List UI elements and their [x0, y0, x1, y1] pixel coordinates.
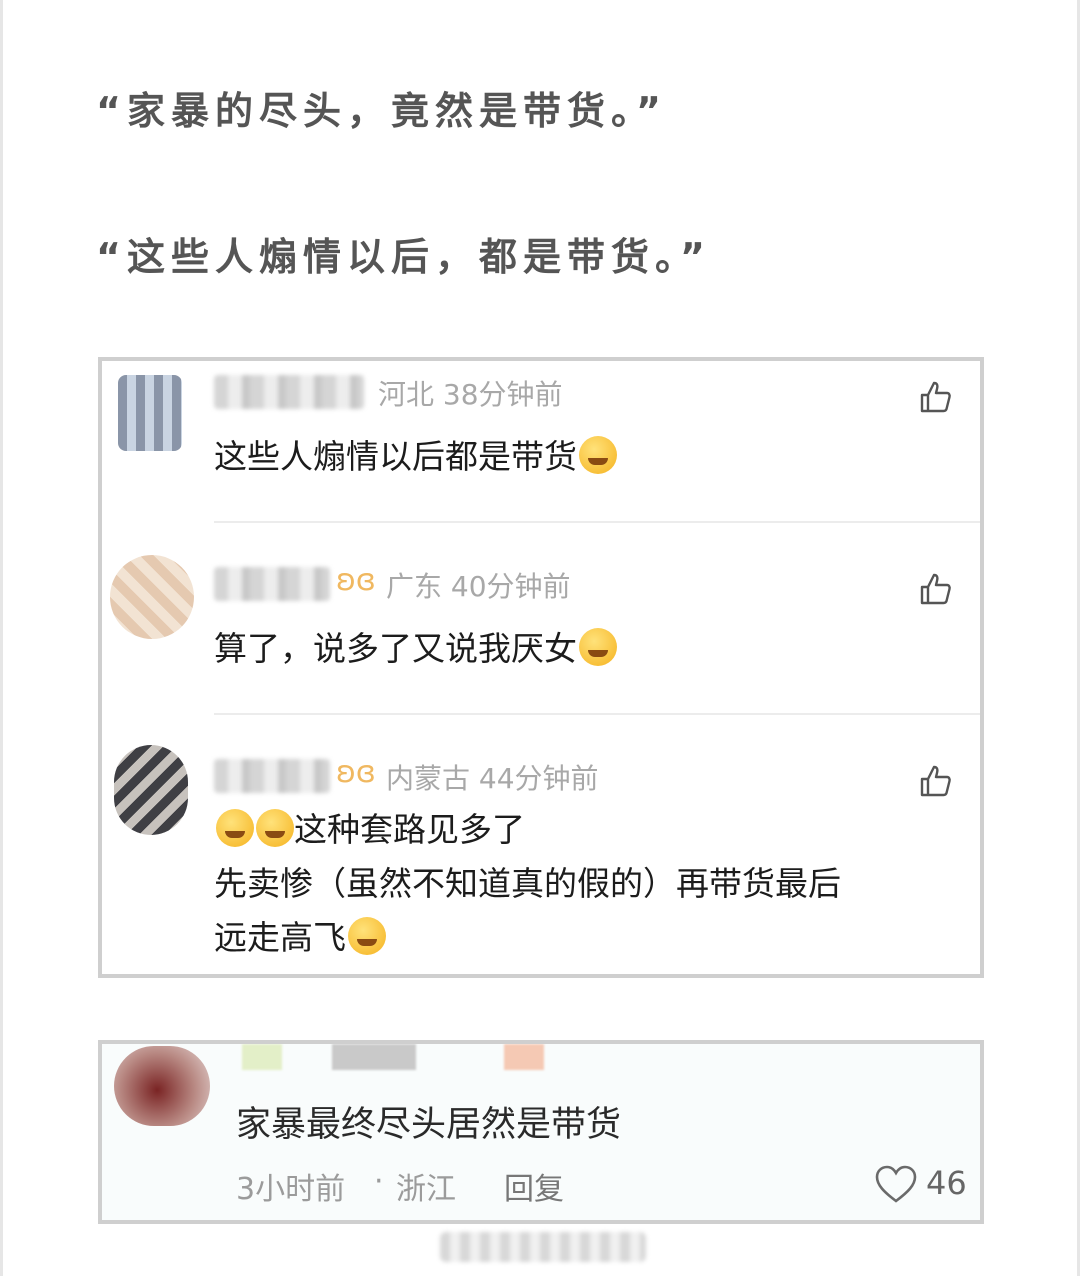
comment-screenshot-card-2: 家暴最终尽头居然是带货 3小时前 · 浙江 回复 46 [98, 1040, 984, 1224]
blur-block [242, 1044, 282, 1070]
crying-laugh-icon [348, 917, 386, 955]
username-blurred[interactable] [214, 759, 330, 793]
comment-time: 40分钟前 [450, 570, 571, 603]
comment-text-content: 这些人煽情以后都是带货 [214, 437, 577, 476]
blur-block [504, 1044, 544, 1070]
laugh-tears-emoji-icon [256, 809, 294, 847]
vip-badge-icon: ʚɞ [336, 755, 376, 790]
quote-1: “家暴的尽头，竟然是带货。” [96, 89, 667, 133]
comment-text: 这种套路见多了 先卖惨（虽然不知道真的假的）再带货最后 远走高飞 [214, 803, 954, 965]
avatar[interactable] [110, 555, 194, 639]
avatar[interactable] [114, 1046, 210, 1126]
comment-item: 河北 38分钟前 这些人煽情以后都是带货 [102, 361, 980, 523]
comment-meta: 河北 38分钟前 [378, 373, 563, 413]
comment-time: 3小时前 [236, 1172, 346, 1207]
comment-line-2: 先卖惨（虽然不知道真的假的）再带货最后 [214, 864, 841, 903]
crying-laugh-icon [579, 628, 617, 666]
thumbs-up-icon[interactable] [918, 379, 954, 415]
comment-text-content: 远走高飞 [214, 918, 346, 957]
thumbs-up-icon[interactable] [918, 763, 954, 799]
thumbs-up-icon[interactable] [918, 571, 954, 607]
username-blurred[interactable] [214, 375, 364, 409]
avatar[interactable] [114, 745, 188, 835]
username-blurred[interactable] [242, 1044, 662, 1072]
meta-separator: · [374, 1164, 384, 1199]
quote-2: “这些人煽情以后，都是带货。” [96, 235, 711, 279]
666-emoji-icon [579, 436, 617, 474]
comment-text: 这些人煽情以后都是带货 [214, 433, 954, 481]
comment-time: 44分钟前 [478, 762, 599, 795]
avatar[interactable] [118, 375, 182, 451]
comment-line-1: 这种套路见多了 [214, 803, 954, 857]
vip-badge-icon: ʚɞ [336, 563, 376, 598]
laugh-tears-emoji-icon [216, 809, 254, 847]
comment-location: 广东 [386, 570, 443, 603]
comment-time: 38分钟前 [442, 378, 563, 411]
comment-text-content: 算了，说多了又说我厌女 [214, 629, 577, 668]
page-edge-left [0, 0, 3, 1276]
comment-text: 算了，说多了又说我厌女 [214, 625, 954, 673]
like-count: 46 [926, 1164, 967, 1202]
comment-text: 家暴最终尽头居然是带货 [236, 1105, 622, 1145]
divider [214, 521, 980, 523]
comment-meta: 内蒙古 44分钟前 [386, 757, 599, 797]
comment-item: ʚɞ 广东 40分钟前 算了，说多了又说我厌女 [102, 553, 980, 715]
comment-location: 内蒙古 [386, 762, 471, 795]
comment-item: ʚɞ 内蒙古 44分钟前 这种套路见多了 先卖惨（虽然不知道真的假的）再带货最后… [102, 745, 980, 974]
divider [214, 713, 980, 715]
reply-button[interactable]: 回复 [504, 1164, 564, 1208]
comment-meta: 广东 40分钟前 [386, 565, 571, 605]
blur-block [332, 1044, 416, 1070]
watermark-blurred [440, 1232, 646, 1262]
comment-location: 河北 [378, 378, 435, 411]
comment-text-content: 这种套路见多了 [294, 810, 525, 849]
comment-screenshot-card: 河北 38分钟前 这些人煽情以后都是带货 ʚɞ 广东 40分钟前 算了，说多了又… [98, 357, 984, 978]
comment-location: 浙江 [396, 1172, 456, 1207]
username-blurred[interactable] [214, 567, 330, 601]
heart-icon[interactable] [874, 1164, 918, 1204]
comment-line-3: 远走高飞 [214, 911, 954, 965]
